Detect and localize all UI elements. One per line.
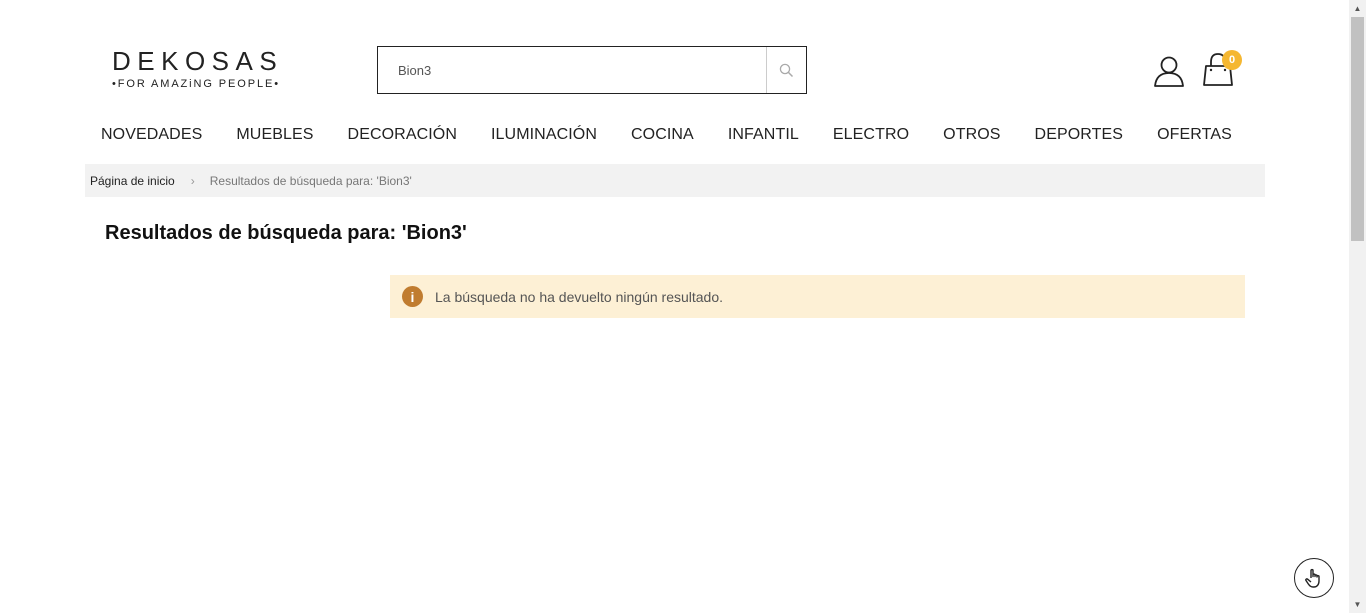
accessibility-button[interactable] (1294, 558, 1334, 598)
site-header: DEKOSAS •FOR AMAZiNG PEOPLE• 0 NOVEDADES… (0, 0, 1349, 160)
page-scrollbar[interactable]: ▲ ▼ (1349, 0, 1366, 613)
nav-item-iluminacion[interactable]: ILUMINACIÓN (474, 122, 614, 150)
nav-item-deportes[interactable]: DEPORTES (1018, 122, 1141, 150)
user-icon (1154, 56, 1184, 87)
breadcrumb: Página de inicio › Resultados de búsqued… (85, 164, 1265, 197)
cart-button[interactable]: 0 (1202, 50, 1246, 90)
scrollbar-thumb[interactable] (1351, 17, 1364, 241)
scroll-down-arrow-icon[interactable]: ▼ (1349, 596, 1366, 613)
nav-item-muebles[interactable]: MUEBLES (219, 122, 330, 150)
search-form (377, 46, 807, 94)
cart-count-badge: 0 (1222, 50, 1242, 70)
hand-pointer-icon (1305, 568, 1320, 588)
notice-message: La búsqueda no ha devuelto ningún result… (435, 288, 724, 305)
page-title: Resultados de búsqueda para: 'Bion3' (105, 222, 467, 244)
nav-item-decoracion[interactable]: DECORACIÓN (331, 122, 474, 150)
breadcrumb-current: Resultados de búsqueda para: 'Bion3' (209, 173, 412, 188)
nav-item-ofertas[interactable]: OFERTAS (1140, 122, 1249, 150)
search-icon (779, 63, 794, 77)
no-results-notice: i La búsqueda no ha devuelto ningún resu… (390, 275, 1245, 318)
account-button[interactable] (1152, 54, 1186, 88)
nav-item-electro[interactable]: ELECTRO (816, 122, 926, 150)
breadcrumb-home-link[interactable]: Página de inicio (90, 174, 175, 188)
nav-item-infantil[interactable]: INFANTIL (711, 122, 816, 150)
breadcrumb-separator: › (190, 173, 195, 188)
nav-item-otros[interactable]: OTROS (926, 122, 1017, 150)
main-navigation: NOVEDADES MUEBLES DECORACIÓN ILUMINACIÓN… (84, 122, 1249, 150)
nav-item-novedades[interactable]: NOVEDADES (84, 122, 219, 150)
logo[interactable]: DEKOSAS •FOR AMAZiNG PEOPLE• (112, 46, 292, 92)
logo-wordmark: DEKOSAS (112, 46, 284, 76)
info-icon: i (402, 286, 423, 307)
search-button[interactable] (766, 47, 806, 93)
logo-tagline: •FOR AMAZiNG PEOPLE• (112, 78, 280, 90)
search-input[interactable] (378, 47, 767, 93)
nav-item-cocina[interactable]: COCINA (614, 122, 711, 150)
scroll-up-arrow-icon[interactable]: ▲ (1349, 0, 1366, 17)
